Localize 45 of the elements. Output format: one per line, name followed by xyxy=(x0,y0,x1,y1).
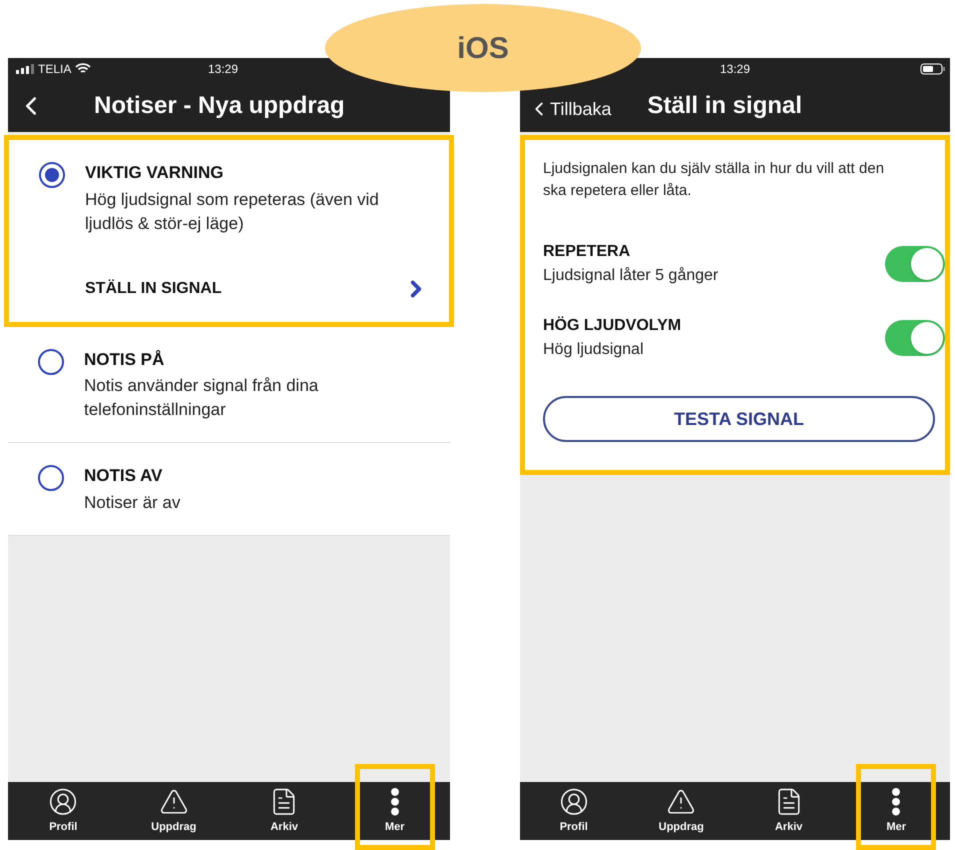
option-description: Notis använder signal från dina telefoninställningar xyxy=(84,375,320,421)
screen-title: Notiser - Nya uppdrag xyxy=(94,91,345,121)
toggle-switch[interactable] xyxy=(885,246,945,282)
profile-icon xyxy=(48,787,78,816)
warning-icon xyxy=(158,787,189,816)
tab-item[interactable]: Profil xyxy=(23,764,104,850)
tab-item[interactable]: Mer xyxy=(856,764,936,850)
tab-item[interactable]: Mer xyxy=(354,764,435,850)
setting-description: Ljudsignal låter 5 gånger xyxy=(543,266,718,286)
toggle-switch[interactable] xyxy=(885,320,945,356)
radio-button[interactable] xyxy=(38,465,64,491)
option-card[interactable]: NOTIS PÅ Notis använder signal från dina telefoninställningar xyxy=(8,326,450,443)
wifi-icon xyxy=(75,63,92,75)
option-description: Notiser är av xyxy=(84,492,182,514)
radio-button[interactable] xyxy=(39,162,65,188)
tab-item[interactable]: Arkiv xyxy=(244,764,324,850)
tab-item[interactable]: Profil xyxy=(534,764,614,850)
set-signal-link[interactable]: STÄLL IN SIGNAL xyxy=(85,276,429,302)
signal-icon xyxy=(16,64,34,74)
back-button[interactable]: Tillbaka xyxy=(528,98,612,120)
test-signal-button[interactable]: TESTA SIGNAL xyxy=(543,396,935,442)
warning-icon xyxy=(666,787,696,816)
carrier-text: TELIA xyxy=(38,61,72,78)
tab-item[interactable]: Uppdrag xyxy=(134,764,214,850)
screen-title: Ställ in signal xyxy=(647,91,802,121)
option-title: VIKTIG VARNING xyxy=(85,162,225,184)
option-title: NOTIS AV xyxy=(84,465,164,487)
time-text: 13:29 xyxy=(720,61,750,78)
radio-button[interactable] xyxy=(38,348,64,374)
option-title: NOTIS PÅ xyxy=(84,348,166,370)
battery-icon xyxy=(920,63,946,75)
intro-text: Ljudsignalen kan du själv ställa in hur du vill att den ska repetera eller låta. xyxy=(543,159,886,201)
time-text: 13:29 xyxy=(208,61,238,78)
more-icon xyxy=(891,787,902,816)
tab-item[interactable]: Arkiv xyxy=(748,764,829,850)
option-card[interactable]: VIKTIG VARNING Hög ljudsignal som repeteras (även vid ljudlös & stör-ej läge) STÄLL IN SIGNAL xyxy=(4,135,454,326)
option-card[interactable]: NOTIS AV Notiser är av xyxy=(8,443,450,536)
platform-label: iOS xyxy=(325,4,641,92)
profile-icon xyxy=(558,787,589,816)
setting-title: REPETERA xyxy=(543,242,632,262)
setting-title: HÖG LJUDVOLYM xyxy=(543,315,682,336)
more-icon xyxy=(390,787,400,816)
tab-item[interactable]: Uppdrag xyxy=(641,764,722,850)
option-description: Hög ljudsignal som repeteras (även vid ljudlös & stör-ej läge) xyxy=(85,188,380,234)
setting-description: Hög ljudsignal xyxy=(543,340,645,360)
